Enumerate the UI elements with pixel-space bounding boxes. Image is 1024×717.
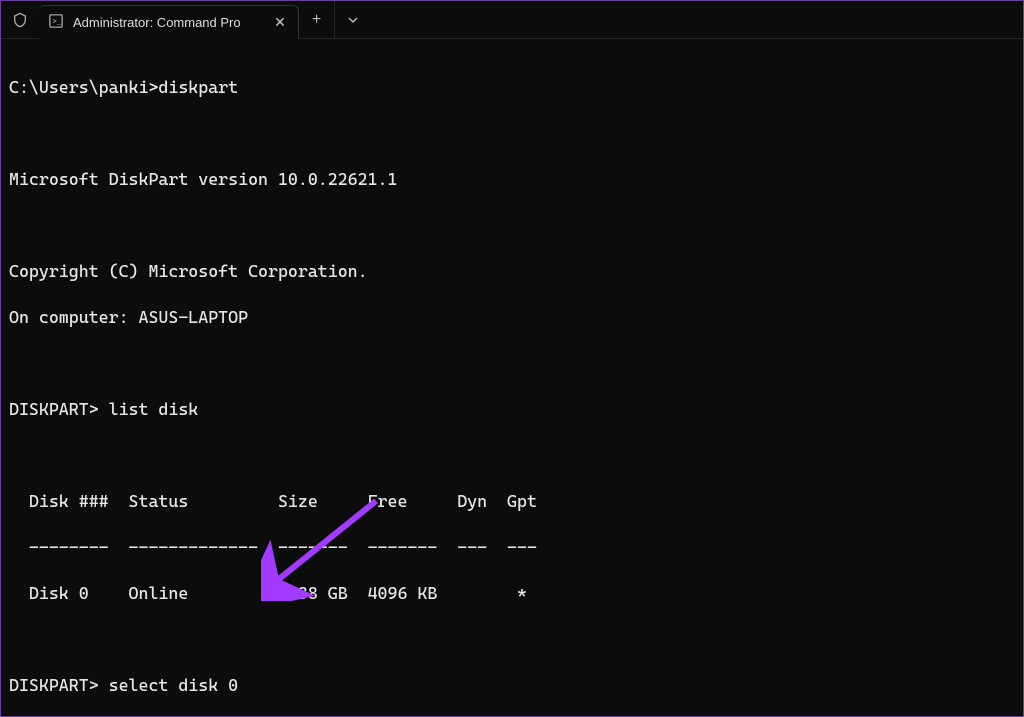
copyright-line: Copyright (C) Microsoft Corporation.: [9, 260, 1015, 283]
blank-line: [9, 352, 1015, 375]
tab-active[interactable]: >_ Administrator: Command Pro ✕: [39, 5, 299, 39]
cmd-diskpart: diskpart: [158, 77, 238, 97]
cmd-select-disk: select disk 0: [99, 675, 238, 695]
blank-line: [9, 214, 1015, 237]
disk-table-row: Disk 0 Online 238 GB 4096 KB *: [9, 582, 1015, 605]
titlebar: >_ Administrator: Command Pro ✕ +: [1, 1, 1023, 39]
disk-table-header: Disk ### Status Size Free Dyn Gpt: [9, 490, 1015, 513]
version-line: Microsoft DiskPart version 10.0.22621.1: [9, 168, 1015, 191]
prompt-path: C:\Users\panki>: [9, 77, 158, 97]
terminal-body[interactable]: C:\Users\panki>diskpart Microsoft DiskPa…: [1, 39, 1023, 717]
tab-dropdown-button[interactable]: [335, 1, 371, 38]
terminal-window: >_ Administrator: Command Pro ✕ + C:\Use…: [0, 0, 1024, 717]
shield-icon: [1, 1, 39, 38]
blank-line: [9, 628, 1015, 651]
disk-table-divider: -------- ------------- ------- ------- -…: [9, 536, 1015, 559]
close-icon[interactable]: ✕: [272, 14, 288, 31]
svg-text:>_: >_: [53, 19, 62, 27]
diskpart-prompt: DISKPART>: [9, 675, 99, 695]
diskpart-prompt: DISKPART>: [9, 399, 99, 419]
cmd-icon: >_: [49, 14, 63, 31]
cmd-list-disk: list disk: [99, 399, 199, 419]
tab-title: Administrator: Command Pro: [73, 15, 241, 30]
computer-line: On computer: ASUS-LAPTOP: [9, 306, 1015, 329]
blank-line: [9, 122, 1015, 145]
new-tab-button[interactable]: +: [299, 1, 335, 38]
blank-line: [9, 444, 1015, 467]
